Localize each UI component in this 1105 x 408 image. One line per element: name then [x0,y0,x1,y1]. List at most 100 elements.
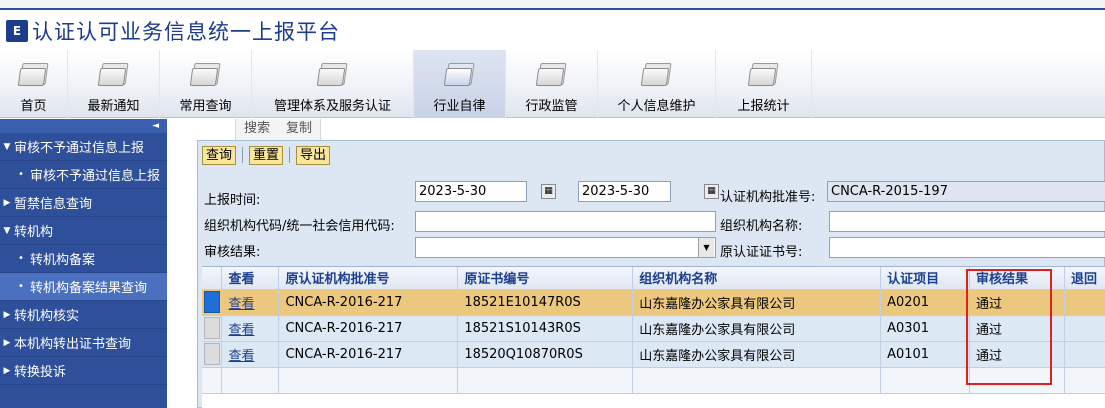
toolbar-divider [242,147,244,163]
nav-label: 行业自律 [433,99,486,114]
nav-common-query[interactable]: 常用查询 [160,50,252,118]
tab-copy[interactable]: 复制 [278,119,320,140]
sidebar-item-label: 转机构备案 [30,253,96,268]
nav-latest-notice[interactable]: 最新通知 [68,50,160,118]
table-cell: 18521S10143R0S [457,315,634,342]
nav-industry-self-discipline[interactable]: 行业自律 [414,50,506,118]
view-link[interactable]: 查看 [228,297,254,312]
orig-cert-input[interactable] [829,237,1105,258]
folder-icon [17,63,49,87]
nav-report-statistics[interactable]: 上报统计 [716,50,812,118]
view-link[interactable]: 查看 [228,323,254,338]
triangle-down-icon: ▼ [3,225,11,236]
table-cell: 通过 [969,315,1065,342]
org-name-input[interactable] [829,211,1105,232]
nav-personal-info[interactable]: 个人信息维护 [598,50,716,118]
table-cell: CNCA-R-2016-217 [278,341,459,368]
approval-no-input[interactable]: CNCA-R-2015-197 [827,181,1105,202]
bullet-icon: • [18,169,24,180]
sidebar-group-suspension-query[interactable]: ▶ 暂禁信息查询 [0,189,167,217]
table-cell [1064,289,1105,316]
result-grid: 查看 原认证机构批准号 原证书编号 组织机构名称 认证项目 审核结果 退回 查看… [202,266,1105,408]
triangle-right-icon: ▶ [3,197,11,208]
table-cell: 通过 [969,289,1065,316]
column-header[interactable]: 退回 [1064,267,1105,290]
sidebar-group-conversion-complaint[interactable]: ▶ 转换投诉 [0,357,167,385]
table-cell: 山东嘉隆办公家具有限公司 [632,315,882,342]
nav-management-certification[interactable]: 管理体系及服务认证 [252,50,414,118]
nav-label: 个人信息维护 [617,99,696,114]
sidebar: ◄ ▼ 审核不予通过信息上报 • 审核不予通过信息上报 ▶ 暂禁信息查询 ▼ 转… [0,119,167,408]
row-selector[interactable] [202,315,223,342]
table-row[interactable]: 查看 CNCA-R-2016-217 18520Q10870R0S 山东嘉隆办公… [202,341,1105,368]
toolbar-divider [289,147,291,163]
column-header[interactable]: 查看 [221,267,280,290]
row-marker [203,291,220,313]
column-header[interactable]: 原证书编号 [457,267,634,290]
export-button[interactable]: 导出 [296,145,331,165]
table-cell [1064,315,1105,342]
sidebar-item-label: 暂禁信息查询 [14,197,93,212]
folder-icon [189,63,221,87]
triangle-right-icon: ▶ [3,337,11,348]
org-name-label: 组织机构名称: [720,219,803,234]
orig-cert-label: 原认证证书号: [720,245,803,260]
content-area: 搜索 复制 查询 重置 导出 上报时间: 2023-5-30 ▦ 至 2023-… [167,119,1105,408]
approval-no-label: 认证机构批准号: [720,190,816,205]
row-selector[interactable] [202,341,223,368]
query-panel: 查询 重置 导出 上报时间: 2023-5-30 ▦ 至 2023-5-30 ▦… [197,140,1105,408]
sidebar-group-audit-fail-report[interactable]: ▼ 审核不予通过信息上报 [0,133,167,161]
collapse-arrow-icon[interactable]: ◄ [0,119,167,133]
table-row[interactable]: 查看 CNCA-R-2016-217 18521S10143R0S 山东嘉隆办公… [202,315,1105,342]
triangle-down-icon: ▼ [3,141,11,152]
sidebar-item-label: 审核不予通过信息上报 [30,169,161,184]
sidebar-item-label: 本机构转出证书查询 [14,337,132,352]
calendar-icon[interactable]: ▦ [704,184,719,199]
main-nav: 首页 最新通知 常用查询 管理体系及服务认证 行业自律 行政监管 个人信息维护 … [0,50,1105,118]
folder-icon [640,63,672,87]
date-from-input[interactable]: 2023-5-30 [415,181,527,202]
tab-search[interactable]: 搜索 [236,119,278,140]
sidebar-group-outgoing-cert-query[interactable]: ▶ 本机构转出证书查询 [0,329,167,357]
view-link[interactable]: 查看 [228,349,254,364]
query-button[interactable]: 查询 [202,145,237,165]
app-title: 认证认可业务信息统一上报平台 [32,20,340,44]
table-row[interactable]: 查看 CNCA-R-2016-217 18521E10147R0S 山东嘉隆办公… [202,289,1105,316]
nav-administrative-supervision[interactable]: 行政监管 [506,50,598,118]
table-cell: A0101 [880,341,971,368]
table-header: 查看 原认证机构批准号 原证书编号 组织机构名称 认证项目 审核结果 退回 [202,267,1105,290]
column-header-selector [202,267,223,290]
nav-home[interactable]: 首页 [0,50,68,118]
sidebar-item-transfer-filing-result[interactable]: • 转机构备案结果查询 [0,273,167,301]
row-selector[interactable] [202,289,223,316]
sidebar-item-audit-fail-report[interactable]: • 审核不予通过信息上报 [0,161,167,189]
sidebar-item-label: 审核不予通过信息上报 [14,141,145,156]
bullet-icon: • [18,253,24,264]
title-bar: E 认证认可业务信息统一上报平台 [0,12,1105,50]
table-cell: 查看 [221,289,280,316]
app-logo-icon: E [6,20,28,42]
column-header[interactable]: 组织机构名称 [632,267,882,290]
reset-button[interactable]: 重置 [249,145,284,165]
sidebar-group-transfer-org[interactable]: ▼ 转机构 [0,217,167,245]
column-header[interactable]: 认证项目 [880,267,971,290]
triangle-right-icon: ▶ [3,365,11,376]
column-header[interactable]: 原认证机构批准号 [278,267,459,290]
dropdown-arrow-icon[interactable]: ▼ [698,238,714,257]
table-cell: 山东嘉隆办公家具有限公司 [632,289,882,316]
nav-label: 管理体系及服务认证 [273,99,391,114]
date-to-input[interactable]: 2023-5-30 [578,181,671,202]
org-code-input[interactable] [415,211,716,232]
org-code-label: 组织机构代码/统一社会信用代码: [204,219,395,234]
review-result-select[interactable] [415,237,716,258]
browser-bookmark-strip [0,0,1105,10]
folder-icon [97,63,129,87]
table-cell: CNCA-R-2016-217 [278,289,459,316]
button-bar: 查询 重置 导出 [202,143,331,167]
sidebar-group-transfer-verify[interactable]: ▶ 转机构核实 [0,301,167,329]
sidebar-item-label: 转换投诉 [14,365,67,380]
review-result-label: 审核结果: [204,245,261,260]
sidebar-item-transfer-filing[interactable]: • 转机构备案 [0,245,167,273]
calendar-icon[interactable]: ▦ [541,184,556,199]
column-header[interactable]: 审核结果 [969,267,1065,290]
